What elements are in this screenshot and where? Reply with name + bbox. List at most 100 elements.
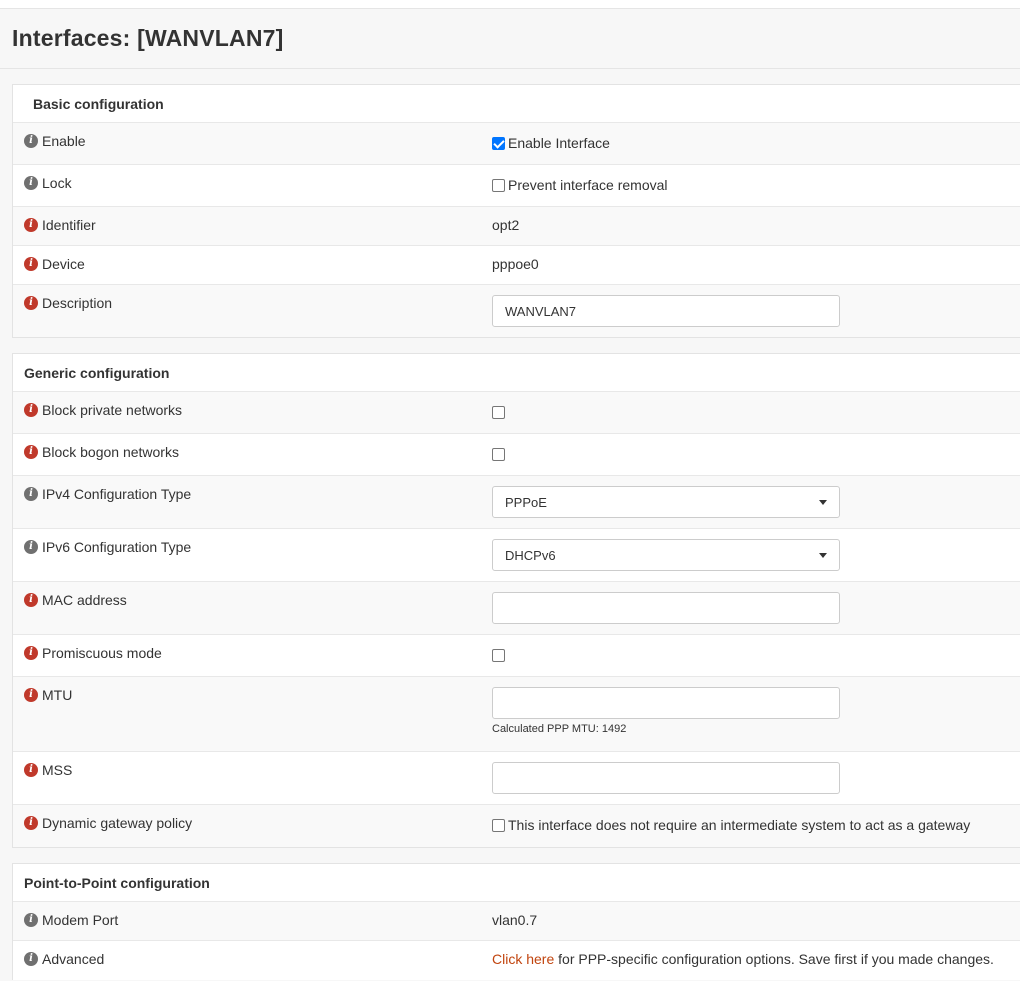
mss-input[interactable] [492,762,840,794]
device-value: pppoe0 [492,256,539,272]
label-ipv4-type: i IPv4 Configuration Type [24,486,191,502]
ipv6-type-select[interactable]: DHCPv6 [492,539,840,571]
prevent-removal-checkbox-group[interactable]: Prevent interface removal [492,177,668,193]
ipv4-type-select[interactable]: PPPoE [492,486,840,518]
ptp-rows: i Modem Port vlan0.7 i Advanced Click he… [13,902,1020,980]
label-text: Enable [42,133,86,149]
label-text: IPv4 Configuration Type [42,486,192,502]
label-text: Advanced [42,951,105,967]
label-text: MAC address [42,592,127,608]
info-icon[interactable]: i [24,487,38,501]
label-advanced: i Advanced [24,951,104,967]
info-icon[interactable]: i [24,816,38,830]
row-gateway-policy: i Dynamic gateway policy This interface … [13,805,1020,847]
row-ipv4-type: i IPv4 Configuration Type PPPoE [13,476,1020,529]
label-text: Promiscuous mode [42,645,162,661]
label-device: i Device [24,256,85,272]
gateway-policy-checkbox-group[interactable]: This interface does not require an inter… [492,817,970,833]
info-icon[interactable]: i [24,763,38,777]
row-modem-port: i Modem Port vlan0.7 [13,902,1020,941]
row-device: i Device pppoe0 [13,246,1020,285]
row-promiscuous: i Promiscuous mode [13,635,1020,677]
row-identifier: i Identifier opt2 [13,207,1020,246]
row-enable: i Enable Enable Interface [13,123,1020,165]
row-lock: i Lock Prevent interface removal [13,165,1020,207]
label-description: i Description [24,295,112,311]
info-icon[interactable]: i [24,134,38,148]
row-block-bogon: i Block bogon networks [13,434,1020,476]
label-promiscuous: i Promiscuous mode [24,645,162,661]
info-icon[interactable]: i [24,176,38,190]
advanced-description: for PPP-specific configuration options. … [554,951,994,967]
block-bogon-checkbox-group[interactable] [492,448,505,461]
block-private-checkbox-group[interactable] [492,406,505,419]
block-private-checkbox[interactable] [492,406,505,419]
prevent-removal-checkbox[interactable] [492,178,505,192]
mac-address-input[interactable] [492,592,840,624]
info-icon[interactable]: i [24,646,38,660]
label-text: Identifier [42,217,96,233]
info-icon[interactable]: i [24,218,38,232]
label-text: MSS [42,762,73,778]
label-enable: i Enable [24,133,86,149]
label-identifier: i Identifier [24,217,96,233]
label-block-bogon: i Block bogon networks [24,444,179,460]
modem-port-value: vlan0.7 [492,912,538,928]
label-text: IPv6 Configuration Type [42,539,192,555]
label-mss: i MSS [24,762,72,778]
label-block-private: i Block private networks [24,402,182,418]
checkbox-label: Enable Interface [508,135,610,151]
section-title-ptp: Point-to-Point configuration [13,864,1020,902]
label-text: Dynamic gateway policy [42,815,193,831]
mtu-help-text: Calculated PPP MTU: 1492 [492,723,627,735]
info-icon[interactable]: i [24,296,38,310]
row-mac-address: i MAC address [13,582,1020,635]
block-bogon-checkbox[interactable] [492,448,505,461]
label-gateway-policy: i Dynamic gateway policy [24,815,192,831]
mtu-input[interactable] [492,687,840,719]
promiscuous-checkbox-group[interactable] [492,649,505,662]
gateway-policy-checkbox[interactable] [492,818,505,832]
row-advanced: i Advanced Click here for PPP-specific c… [13,941,1020,980]
info-icon[interactable]: i [24,403,38,417]
section-title-generic: Generic configuration [13,354,1020,392]
info-icon[interactable]: i [24,445,38,459]
enable-interface-checkbox-group[interactable]: Enable Interface [492,135,610,151]
description-input[interactable]: WANVLAN7 [492,295,840,327]
checkbox-label: Prevent interface removal [508,177,668,193]
select-value: DHCPv6 [505,547,556,563]
row-ipv6-type: i IPv6 Configuration Type DHCPv6 [13,529,1020,582]
generic-configuration-section: Generic configuration i Block private ne… [12,353,1020,848]
label-text: Device [42,256,85,272]
click-here-link[interactable]: Click here [492,951,554,967]
label-text: Modem Port [42,912,119,928]
label-text: Lock [42,175,72,191]
label-mtu: i MTU [24,687,72,703]
row-mtu: i MTU Calculated PPP MTU: 1492 [13,677,1020,752]
generic-rows: i Block private networks i Block bogon n… [13,392,1020,847]
info-icon[interactable]: i [24,257,38,271]
label-text: Block bogon networks [42,444,179,460]
info-icon[interactable]: i [24,593,38,607]
select-value: PPPoE [505,494,547,510]
info-icon[interactable]: i [24,688,38,702]
enable-interface-checkbox[interactable] [492,136,505,150]
row-description: i Description WANVLAN7 [13,285,1020,337]
label-text: MTU [42,687,73,703]
basic-configuration-section: Basic configuration i Enable Enable Inte… [12,84,1020,338]
advanced-value: Click here for PPP-specific configuratio… [492,951,994,967]
label-modem-port: i Modem Port [24,912,118,928]
promiscuous-checkbox[interactable] [492,649,505,662]
row-block-private: i Block private networks [13,392,1020,434]
label-lock: i Lock [24,175,72,191]
row-mss: i MSS [13,752,1020,805]
label-text: Description [42,295,113,311]
page-title: Interfaces: [WANVLAN7] [12,25,284,51]
info-icon[interactable]: i [24,952,38,966]
info-icon[interactable]: i [24,913,38,927]
checkbox-label: This interface does not require an inter… [508,817,971,833]
ptp-configuration-section: Point-to-Point configuration i Modem Por… [12,863,1020,980]
info-icon[interactable]: i [24,540,38,554]
page-top-bar [0,0,1020,8]
label-text: Block private networks [42,402,183,418]
